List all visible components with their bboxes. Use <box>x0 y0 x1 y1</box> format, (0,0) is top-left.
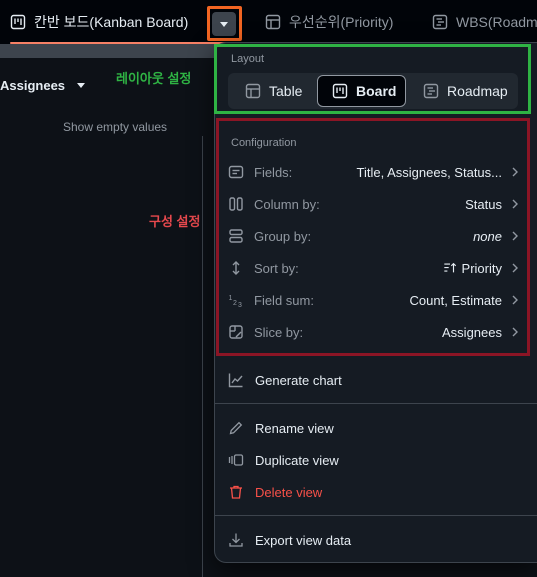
table-icon <box>265 14 281 30</box>
view-tab-bar: 칸반 보드(Kanban Board) 우선순위(Priority) WBS(R… <box>0 0 537 44</box>
highlight-box-configuration <box>216 118 530 356</box>
column-divider <box>202 136 203 577</box>
menu-item-label: Delete view <box>255 484 323 500</box>
rename-view-item[interactable]: Rename view <box>228 414 334 442</box>
roadmap-icon <box>432 14 448 30</box>
delete-view-item[interactable]: Delete view <box>228 478 322 506</box>
highlight-box-view-options <box>207 6 242 41</box>
tab-label: WBS(Roadma <box>456 14 537 30</box>
duplicate-icon <box>228 454 244 466</box>
duplicate-view-item[interactable]: Duplicate view <box>228 446 339 474</box>
menu-item-label: Duplicate view <box>255 452 339 468</box>
export-view-data-item[interactable]: Export view data <box>228 526 351 554</box>
menu-divider <box>215 515 537 516</box>
tab-label: 우선순위(Priority) <box>289 14 394 30</box>
generate-chart-item[interactable]: Generate chart <box>228 366 342 394</box>
menu-divider <box>215 403 537 404</box>
menu-item-label: Export view data <box>255 532 352 548</box>
graph-icon <box>228 373 243 388</box>
menu-item-label: Rename view <box>255 420 334 436</box>
annotation-layout: 레이아웃 설정 <box>116 71 192 86</box>
column-header-label: Assignees <box>0 78 66 93</box>
show-empty-values-link[interactable]: Show empty values <box>63 120 167 134</box>
tab-wbs[interactable]: WBS(Roadma <box>432 0 537 44</box>
annotation-config: 구성 설정 <box>149 214 201 229</box>
pencil-icon <box>229 421 243 435</box>
column-header-assignees[interactable]: Assignees <box>0 78 86 93</box>
board-icon <box>10 14 26 30</box>
menu-item-label: Generate chart <box>255 372 342 388</box>
download-icon <box>229 533 243 547</box>
triangle-down-icon <box>77 83 86 88</box>
tab-priority[interactable]: 우선순위(Priority) <box>265 0 393 44</box>
trash-icon <box>230 485 242 499</box>
highlight-box-layout <box>214 44 531 114</box>
tab-label: 칸반 보드(Kanban Board) <box>34 14 189 30</box>
